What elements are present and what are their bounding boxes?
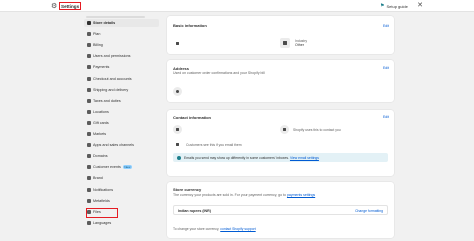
- sidebar-item-brand[interactable]: Brand: [84, 174, 159, 182]
- sidebar-item-label: Users and permissions: [93, 54, 131, 59]
- shopify-contact-note: Shopify uses this to contact you: [293, 128, 341, 132]
- sidebar-item-label: Plan: [93, 32, 101, 37]
- gear-icon: ⚙: [51, 2, 58, 10]
- basic-info-card: Basic information Edit Industry Other: [167, 16, 394, 54]
- change-formatting-link[interactable]: Change formatting: [355, 209, 383, 213]
- sidebar-item-apps-and-sales-channels[interactable]: Apps and sales channels: [84, 141, 159, 149]
- sidebar-item-label: Domains: [93, 154, 108, 159]
- sidebar-item-label: Gift cards: [93, 120, 109, 125]
- contact-support-link[interactable]: contact Shopify support: [220, 227, 255, 231]
- customer-email-note: Customers see this if you email them: [186, 143, 242, 147]
- gift-card-icon: [84, 119, 93, 127]
- address-subtitle: Used on customer order confirmations and…: [173, 71, 265, 75]
- sidebar-item-markets[interactable]: Markets: [84, 130, 159, 138]
- metafields-icon: [84, 197, 93, 205]
- plan-icon: [84, 30, 93, 38]
- sidebar-item-locations[interactable]: Locations: [84, 108, 159, 116]
- sidebar-item-domains[interactable]: Domains: [84, 152, 159, 160]
- sidebar-item-label: Markets: [93, 132, 107, 136]
- industry-icon: [280, 38, 290, 48]
- email-info-banner: Emails you send may show up differently …: [173, 153, 388, 162]
- sidebar-item-metafields[interactable]: Metafields: [84, 197, 159, 205]
- setup-guide-button[interactable]: ⚑ Setup guide: [380, 2, 408, 10]
- globe-icon: [84, 130, 93, 138]
- language-icon: [84, 219, 93, 227]
- sidebar-item-label: Languages: [93, 220, 112, 225]
- sidebar-item-label: Checkout and accounts: [93, 76, 132, 81]
- page-title: Settings: [59, 2, 82, 10]
- location-pin-icon: [173, 87, 182, 96]
- location-icon: [84, 108, 93, 116]
- sidebar-search-strip: [86, 16, 145, 18]
- sidebar-item-label: Customer events: [93, 165, 121, 170]
- events-icon: [84, 163, 93, 171]
- sidebar-item-payments[interactable]: Payments: [84, 63, 159, 71]
- close-icon[interactable]: ✕: [416, 1, 424, 10]
- view-email-settings-link[interactable]: View email settings: [290, 156, 319, 160]
- sidebar-item-languages[interactable]: Languages: [84, 219, 159, 227]
- basic-info-edit-link[interactable]: Edit: [383, 24, 389, 28]
- globe-icon: [84, 152, 93, 160]
- currency-subtitle: The currency your products are sold in. …: [173, 193, 316, 197]
- users-icon: [84, 52, 93, 60]
- sidebar-item-taxes-and-duties[interactable]: Taxes and duties: [84, 97, 159, 105]
- currency-value-box: Indian rupees (INR) Change formatting: [173, 205, 388, 215]
- address-card: Address Used on customer order confirmat…: [167, 60, 394, 102]
- currency-footer: To change your store currency, contact S…: [173, 227, 256, 231]
- currency-title: Store currency: [173, 187, 202, 192]
- sidebar-item-label: Shipping and delivery: [93, 87, 129, 92]
- address-edit-link[interactable]: Edit: [383, 66, 389, 70]
- billing-icon: [84, 41, 93, 49]
- sidebar-item-customer-events[interactable]: Customer events New: [84, 163, 159, 171]
- sidebar-item-label: Notifications: [93, 187, 114, 192]
- top-bar: ⚙ Settings ⚑ Setup guide ✕: [0, 0, 474, 12]
- currency-card: Store currency The currency your product…: [167, 182, 394, 238]
- sidebar-item-label: Billing: [93, 43, 103, 48]
- sidebar-item-label: Taxes and duties: [93, 98, 121, 103]
- sidebar-item-label: Brand: [93, 176, 103, 181]
- sidebar-item-store-details[interactable]: Store details: [84, 19, 159, 27]
- email-banner-text: Emails you send may show up differently …: [184, 155, 319, 160]
- currency-value: Indian rupees (INR): [178, 208, 211, 213]
- sidebar-item-label: Store details: [93, 21, 116, 25]
- sidebar-item-gift-cards[interactable]: Gift cards: [84, 119, 159, 127]
- contact-icon: [280, 125, 289, 134]
- industry-value: Other: [295, 43, 304, 47]
- payments-icon: [84, 63, 93, 71]
- contact-edit-link[interactable]: Edit: [383, 115, 389, 119]
- store-icon: [84, 19, 93, 27]
- basic-info-title: Basic information: [173, 23, 207, 28]
- sidebar-item-label: Apps and sales channels: [93, 143, 135, 148]
- brand-icon: [84, 174, 93, 182]
- bell-icon: [84, 186, 93, 194]
- store-icon: [173, 39, 182, 48]
- payments-settings-link[interactable]: payments settings: [287, 193, 315, 197]
- sidebar-item-label: Metafields: [93, 198, 110, 203]
- apps-icon: [84, 141, 93, 149]
- metafields-highlight: [86, 208, 118, 218]
- email-icon: [173, 140, 182, 149]
- sidebar-item-label: Payments: [93, 65, 110, 70]
- shipping-icon: [84, 86, 93, 94]
- sidebar-item-checkout-and-accounts[interactable]: Checkout and accounts: [84, 75, 159, 83]
- sidebar-item-notifications[interactable]: Notifications: [84, 186, 159, 194]
- sidebar-item-users-and-permissions[interactable]: Users and permissions: [84, 52, 159, 60]
- info-icon: [177, 155, 181, 160]
- flag-icon: ⚑: [380, 3, 385, 9]
- contact-card: Contact information Edit Shopify uses th…: [167, 110, 394, 176]
- checkout-icon: [84, 75, 93, 83]
- taxes-icon: [84, 97, 93, 105]
- contact-title: Contact information: [173, 115, 211, 120]
- store-phone-icon: [173, 125, 182, 134]
- new-badge: New: [122, 165, 132, 170]
- sidebar-item-plan[interactable]: Plan: [84, 30, 159, 38]
- setup-guide-label: Setup guide: [386, 3, 408, 9]
- sidebar-item-billing[interactable]: Billing: [84, 41, 159, 49]
- sidebar-item-shipping-and-delivery[interactable]: Shipping and delivery: [84, 86, 159, 94]
- sidebar-item-label: Locations: [93, 109, 109, 114]
